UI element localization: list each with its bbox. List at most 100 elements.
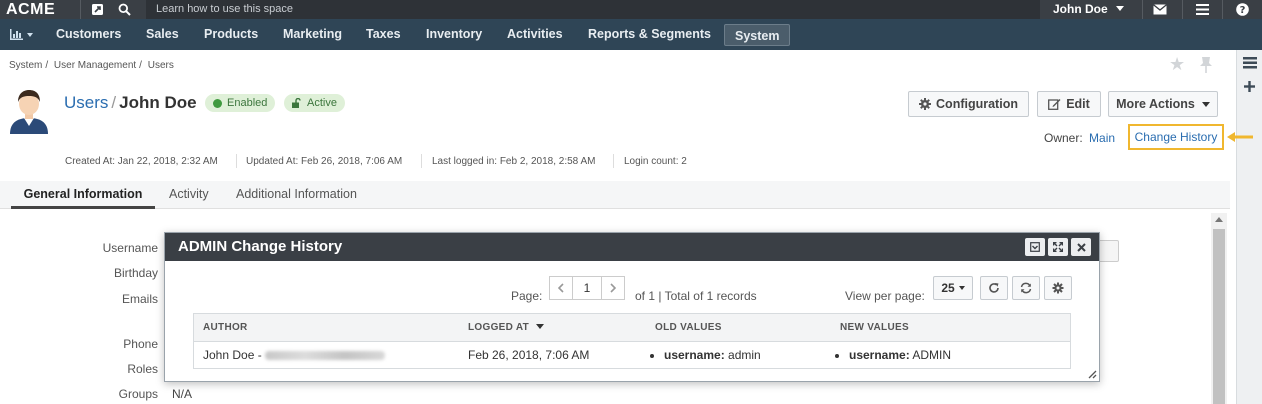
- per-page-select[interactable]: 25: [933, 276, 973, 300]
- field-label-roles: Roles: [127, 362, 158, 376]
- caret-down-icon: [1201, 101, 1210, 107]
- nav-activities[interactable]: Activities: [507, 19, 563, 50]
- view-per-page-label: View per page:: [845, 289, 925, 303]
- user-menu[interactable]: John Doe: [1042, 0, 1142, 19]
- minimize-icon[interactable]: [1025, 238, 1045, 256]
- tab-additional-information[interactable]: Additional Information: [236, 181, 357, 209]
- new-value: ADMIN: [912, 348, 952, 362]
- highlight-arrow-icon: [1227, 132, 1253, 142]
- field-label-phone: Phone: [123, 337, 158, 351]
- nav-inventory[interactable]: Inventory: [426, 19, 482, 50]
- refresh-button[interactable]: [980, 276, 1008, 300]
- tab-activity[interactable]: Activity: [169, 181, 209, 209]
- help-search-input[interactable]: Learn how to use this space: [146, 0, 1040, 19]
- edit-icon: [1048, 99, 1061, 110]
- nav-customers[interactable]: Customers: [56, 19, 121, 50]
- caret-down-icon: [1116, 6, 1125, 11]
- scrollbar-thumb[interactable]: [1213, 229, 1225, 404]
- nav-taxes[interactable]: Taxes: [366, 19, 401, 50]
- column-author[interactable]: AUTHOR: [203, 314, 248, 342]
- menu-icon[interactable]: [1195, 2, 1209, 16]
- dashboard-menu[interactable]: [10, 19, 33, 50]
- prev-page-button[interactable]: [549, 276, 573, 300]
- table-header: AUTHOR LOGGED AT OLD VALUES NEW VALUES: [194, 314, 1070, 342]
- field-label-username: Username: [102, 241, 158, 255]
- status-label: Active: [307, 97, 337, 109]
- nav-marketing[interactable]: Marketing: [283, 19, 342, 50]
- page-title: Users / John Doe: [64, 93, 197, 113]
- page-number-input[interactable]: 1: [572, 276, 602, 300]
- status-label: Enabled: [227, 97, 268, 109]
- cell-author: John Doe -: [203, 342, 386, 368]
- help-icon[interactable]: ?: [1235, 2, 1249, 16]
- caret-down-icon: [27, 32, 33, 37]
- reset-button[interactable]: [1012, 276, 1040, 300]
- divider: [80, 0, 81, 19]
- sort-down-icon: [536, 324, 545, 329]
- owner-label: Owner:: [1044, 131, 1083, 145]
- add-icon[interactable]: [1244, 81, 1255, 95]
- breadcrumb-item[interactable]: User Management: [54, 60, 136, 71]
- chart-icon: [10, 29, 23, 40]
- edit-button[interactable]: Edit: [1037, 91, 1101, 117]
- page-label: Page:: [511, 289, 543, 303]
- divider: [613, 154, 614, 168]
- field-value-groups: N/A: [172, 387, 193, 401]
- users-link[interactable]: Users: [64, 93, 108, 112]
- scroll-up-icon[interactable]: [1215, 217, 1223, 222]
- nav-products[interactable]: Products: [204, 19, 258, 50]
- resize-handle-icon[interactable]: [1087, 369, 1097, 379]
- svg-text:?: ?: [1239, 5, 1245, 16]
- change-history-dialog: ADMIN Change History Page: 1 of 1 | Tota…: [164, 232, 1100, 382]
- shortcuts-icon[interactable]: [90, 2, 104, 16]
- divider: [236, 154, 237, 168]
- divider: [1142, 0, 1143, 19]
- breadcrumb: System / User Management / Users: [9, 60, 174, 71]
- dialog-title: ADMIN Change History: [178, 238, 343, 255]
- status-badge-active: Active: [284, 94, 345, 112]
- grid-settings-button[interactable]: [1044, 276, 1072, 300]
- reset-icon: [1020, 282, 1032, 294]
- scrollbar[interactable]: [1211, 213, 1227, 404]
- field-label-groups: Groups: [118, 387, 158, 401]
- next-page-button[interactable]: [601, 276, 625, 300]
- change-history-link[interactable]: Change History: [1128, 124, 1224, 150]
- new-value-key: username:: [849, 348, 910, 362]
- more-actions-button[interactable]: More Actions: [1108, 91, 1218, 117]
- gear-icon: [919, 98, 932, 110]
- button-label: More Actions: [1116, 97, 1195, 111]
- last-logged-in: Last logged in: Feb 2, 2018, 2:58 AM: [432, 156, 596, 167]
- owner-link[interactable]: Main: [1089, 131, 1115, 145]
- page-total: of 1 | Total of 1 records: [635, 289, 757, 303]
- avatar: [8, 88, 50, 134]
- favorite-star-icon[interactable]: ★: [1169, 54, 1185, 75]
- column-logged-at[interactable]: LOGGED AT: [468, 314, 545, 342]
- section-tabs: General Information Activity Additional …: [0, 181, 1230, 209]
- top-bar: ACME Learn how to use this space John Do…: [0, 0, 1262, 19]
- updated-at: Updated At: Feb 26, 2018, 7:06 AM: [246, 156, 403, 167]
- brand-logo[interactable]: ACME: [6, 0, 55, 19]
- unlock-icon: [292, 98, 301, 108]
- configuration-button[interactable]: Configuration: [908, 91, 1029, 117]
- tab-general-information[interactable]: General Information: [11, 181, 155, 209]
- author-name: John Doe -: [203, 348, 262, 362]
- breadcrumb-item[interactable]: System: [9, 60, 42, 71]
- panel-toggle-icon[interactable]: [1243, 57, 1257, 72]
- nav-sales[interactable]: Sales: [146, 19, 179, 50]
- nav-system[interactable]: System: [724, 24, 791, 46]
- maximize-icon[interactable]: [1048, 238, 1068, 256]
- column-old-values[interactable]: OLD VALUES: [655, 314, 722, 342]
- user-name-title: John Doe: [119, 93, 197, 112]
- refresh-icon: [989, 283, 999, 293]
- breadcrumb-item[interactable]: Users: [148, 60, 174, 71]
- per-page-value: 25: [941, 281, 955, 295]
- old-value: admin: [728, 348, 761, 362]
- search-icon[interactable]: [117, 2, 131, 16]
- close-icon[interactable]: [1071, 238, 1091, 256]
- mail-icon[interactable]: [1153, 2, 1167, 16]
- nav-reports-segments[interactable]: Reports & Segments: [588, 19, 711, 50]
- column-new-values[interactable]: NEW VALUES: [840, 314, 909, 342]
- pin-icon[interactable]: [1199, 56, 1213, 77]
- dialog-header: ADMIN Change History: [165, 233, 1099, 261]
- field-label-birthday: Birthday: [113, 266, 158, 280]
